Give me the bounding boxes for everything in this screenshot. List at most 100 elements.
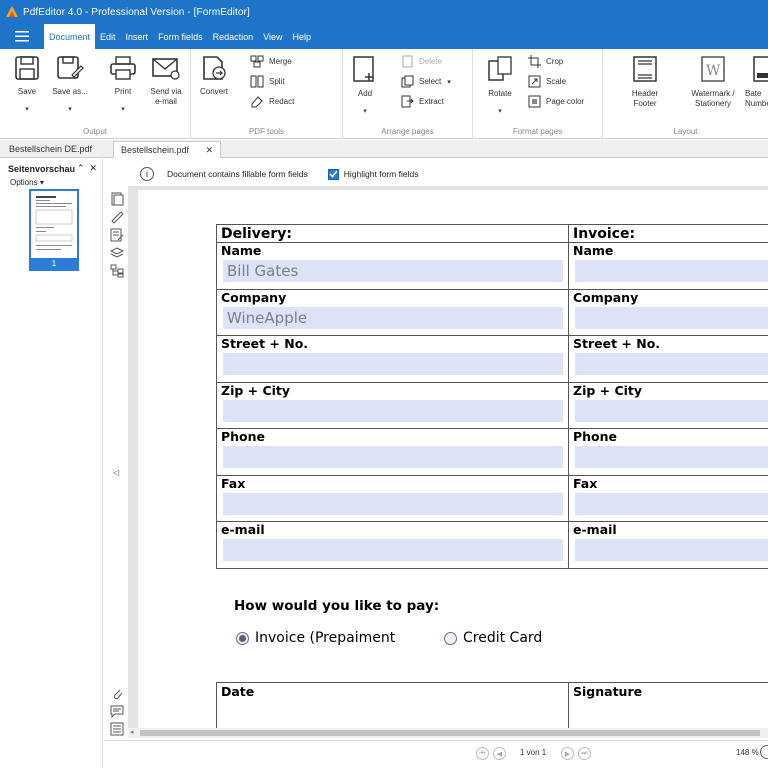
invoice-phone-cell: Phone — [568, 428, 768, 476]
invoice-name-field[interactable] — [575, 260, 768, 282]
chevron-down-icon[interactable]: ▾ — [10, 105, 44, 113]
save-button[interactable]: Save ▾ — [10, 55, 44, 113]
invoice-fax-field[interactable] — [575, 492, 768, 515]
chevron-down-icon[interactable]: ▾ — [351, 107, 379, 115]
split-button[interactable]: Split — [250, 75, 285, 88]
delivery-phone-field[interactable] — [223, 446, 563, 468]
group-label-output: Output — [82, 127, 107, 136]
delivery-fax-field[interactable] — [223, 492, 563, 515]
convert-button[interactable]: Convert — [197, 55, 231, 97]
radio-button[interactable] — [444, 631, 457, 645]
first-page-icon[interactable]: ⏮ — [476, 747, 489, 760]
menu-view[interactable]: View — [258, 24, 287, 49]
scale-button[interactable]: Scale — [528, 75, 566, 88]
form-edit-icon[interactable] — [110, 228, 124, 242]
radio-button-selected[interactable] — [236, 631, 249, 645]
layers-icon[interactable] — [110, 246, 124, 260]
print-button[interactable]: Print ▾ — [106, 55, 140, 113]
bates-numbering-button[interactable]: Bate Numbe — [745, 55, 768, 109]
menu-edit[interactable]: Edit — [95, 24, 121, 49]
watermark-label-2: Stationery — [694, 99, 732, 108]
delivery-name-field[interactable]: Bill Gates — [223, 260, 563, 282]
invoice-phone-field[interactable] — [575, 446, 768, 468]
invoice-email-field[interactable] — [575, 539, 768, 561]
next-page-icon[interactable]: ▶ — [561, 747, 574, 760]
crop-button[interactable]: Crop — [528, 55, 563, 68]
header-footer-button[interactable]: Header Footer — [623, 55, 667, 109]
chevron-down-icon[interactable]: ▾ — [483, 107, 517, 115]
scale-label: Scale — [546, 77, 567, 86]
delete-page-button[interactable]: Delete — [401, 55, 442, 68]
menu-document[interactable]: Document — [44, 24, 96, 49]
payment-option-label: Invoice (Prepaiment — [255, 630, 396, 646]
tab-bestellschein-de[interactable]: Bestellschein DE.pdf — [2, 141, 99, 158]
pages-icon[interactable] — [110, 192, 124, 206]
collapse-sidebar-icon[interactable]: ◁ — [113, 468, 119, 477]
chevron-down-icon[interactable]: ▾ — [52, 105, 88, 113]
extract-pages-button[interactable]: Extract — [401, 95, 444, 108]
watermark-icon: W — [701, 56, 725, 82]
field-label: Fax — [221, 475, 246, 491]
split-icon — [250, 75, 264, 88]
bates-label-1: Bate — [745, 89, 762, 98]
tab-bestellschein[interactable]: Bestellschein.pdf ✕ — [113, 141, 222, 158]
ribbon-group-output: Save ▾ Save as... ▾ Print ▾ Send via e-m… — [0, 49, 191, 139]
merge-button[interactable]: Merge — [250, 55, 292, 68]
scroll-left-icon[interactable]: ◂ — [130, 728, 134, 736]
page-color-button[interactable]: Page color — [528, 95, 584, 108]
chevron-down-icon[interactable]: ▾ — [106, 105, 140, 113]
delivery-company-field[interactable]: WineApple — [223, 306, 563, 329]
comment-icon[interactable] — [110, 704, 124, 718]
thumbnail-page-image — [33, 193, 75, 259]
page-thumbnail[interactable]: 1 — [29, 189, 79, 271]
structure-icon[interactable] — [110, 264, 124, 278]
date-cell[interactable]: Date — [216, 682, 569, 728]
group-label-format-pages: Format pages — [512, 127, 563, 136]
ruler-icon[interactable] — [110, 210, 124, 224]
horizontal-scrollbar[interactable]: ◂ — [128, 728, 768, 738]
invoice-zip-city-field[interactable] — [575, 399, 768, 422]
delivery-zip-city-field[interactable] — [223, 399, 563, 422]
menu-redaction[interactable]: Redaction — [208, 24, 259, 49]
redact-button[interactable]: Redact — [250, 95, 294, 108]
chevron-down-icon[interactable]: ▾ — [447, 78, 451, 86]
send-email-button[interactable]: Send via e-mail — [146, 55, 186, 107]
highlight-fields-checkbox[interactable] — [327, 168, 339, 180]
hamburger-menu-icon[interactable] — [0, 24, 44, 49]
highlight-fields-label[interactable]: Highlight form fields — [344, 169, 419, 179]
menu-help[interactable]: Help — [287, 24, 316, 49]
signature-cell[interactable]: Signature — [568, 682, 768, 728]
convert-label: Convert — [199, 87, 228, 96]
ribbon-group-format-pages: Rotate ▾ Crop Scale Page color Format pa… — [473, 49, 603, 139]
panel-title: Seitenvorschau — [8, 164, 76, 174]
watermark-button[interactable]: W Watermark / Stationery — [687, 55, 739, 109]
attachment-icon[interactable] — [110, 686, 124, 700]
close-panel-icon[interactable]: ✕ — [89, 163, 97, 174]
save-as-button[interactable]: Save as... ▾ — [52, 55, 88, 113]
payment-option-invoice[interactable]: Invoice (Prepaiment — [236, 630, 395, 646]
invoice-company-field[interactable] — [575, 306, 768, 329]
delivery-street-field[interactable] — [223, 353, 563, 375]
menu-form-fields[interactable]: Form fields — [153, 24, 208, 49]
zoom-control-icon[interactable] — [760, 745, 768, 759]
zoom-level[interactable]: 148 % — [736, 748, 759, 757]
save-icon — [15, 56, 39, 80]
list-icon[interactable] — [110, 722, 124, 736]
delivery-email-field[interactable] — [223, 539, 563, 561]
field-label: Phone — [221, 429, 266, 444]
document-viewer[interactable]: Delivery: Invoice: Name Bill Gates Name C… — [128, 186, 768, 728]
last-page-icon[interactable]: ⏭ — [578, 747, 591, 760]
add-page-icon — [353, 56, 374, 82]
options-dropdown[interactable]: Options ▾ — [10, 178, 44, 187]
select-pages-button[interactable]: Select ▾ — [401, 75, 451, 88]
page-gutter — [128, 186, 136, 728]
collapse-panel-icon[interactable]: ⌃ — [77, 163, 85, 174]
menu-insert[interactable]: Insert — [121, 24, 154, 49]
payment-option-credit-card[interactable]: Credit Card — [444, 630, 542, 646]
invoice-street-field[interactable] — [575, 353, 768, 375]
add-page-button[interactable]: Add ▾ — [351, 55, 379, 115]
previous-page-icon[interactable]: ◀ — [493, 747, 506, 760]
scrollbar-thumb[interactable] — [140, 730, 760, 736]
rotate-button[interactable]: Rotate ▾ — [483, 55, 517, 115]
close-tab-icon[interactable]: ✕ — [206, 145, 214, 155]
